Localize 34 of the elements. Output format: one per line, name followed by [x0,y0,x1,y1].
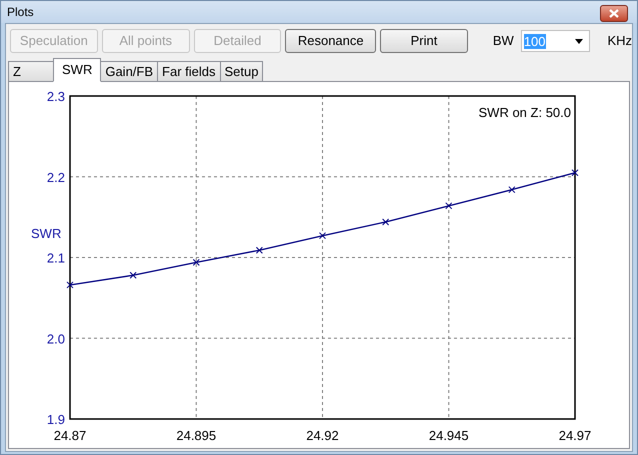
y-tick-label: 2.2 [46,170,65,185]
window-title: Plots [7,4,34,21]
toolbar-button[interactable]: Resonance [285,29,376,53]
data-point-marker [192,258,200,266]
toolbar-button[interactable]: Print [380,29,468,53]
x-tick-label: 24.87 [54,428,86,443]
chart-annotation: SWR on Z: 50.0 [478,105,571,120]
close-icon [609,8,619,18]
bandwidth-label: BW [492,32,514,50]
data-point-marker [66,281,74,288]
data-point-marker [508,186,516,194]
y-tick-label: 2.3 [46,89,65,104]
data-point-marker [445,202,452,210]
x-tick-label: 24.92 [306,428,339,443]
y-tick-label: 1.9 [46,412,65,427]
tab[interactable]: Setup [220,61,264,82]
y-tick-label: 2.1 [46,250,65,266]
close-button[interactable] [600,4,628,22]
y-axis-label: SWR [31,226,62,241]
tab[interactable]: SWR [53,58,102,82]
data-point-marker [130,272,137,279]
data-point-marker [382,218,390,226]
data-point-marker [319,232,326,240]
tab[interactable]: Z [8,61,54,82]
y-tick-label: 2.0 [46,331,65,346]
x-tick-label: 24.945 [428,428,469,443]
tab[interactable]: Gain/FB [100,61,158,82]
bandwidth-unit: KHz [607,32,632,50]
dropdown-caret-icon [575,38,584,44]
x-tick-label: 24.97 [558,428,592,443]
tab[interactable]: Far fields [157,61,220,82]
data-point-marker [572,169,578,176]
x-tick-label: 24.895 [176,428,216,443]
data-point-marker [256,246,263,254]
